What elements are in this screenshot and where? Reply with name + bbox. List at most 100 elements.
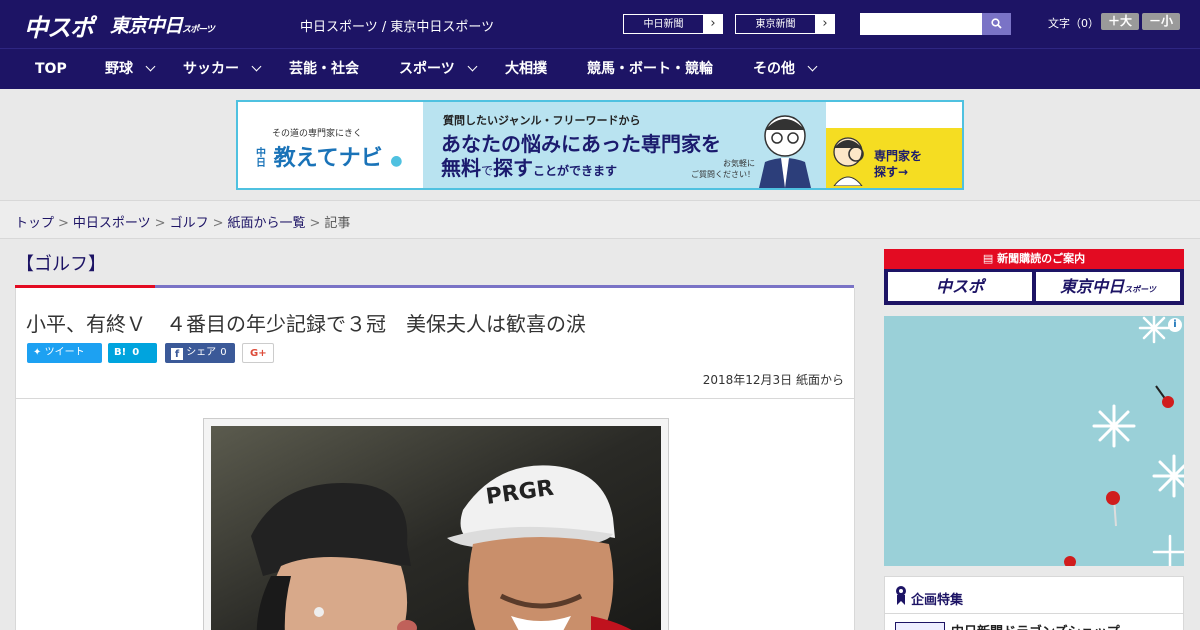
nav-label: その他 xyxy=(753,61,795,77)
nav-label: スポーツ xyxy=(399,61,455,77)
breadcrumb-link-paper-list[interactable]: 紙面から一覧 xyxy=(228,216,306,231)
breadcrumb-current: 記事 xyxy=(324,216,351,231)
banner-message-panel: 質問したいジャンル・フリーワードから あなたの悩みにあった専門家を 無料で探すこ… xyxy=(423,102,826,188)
banner-dekimasu: ことができます xyxy=(533,164,618,178)
nav-item-entertainment[interactable]: 芸能・社会 xyxy=(289,49,359,90)
facebook-count: 0 xyxy=(220,347,227,358)
nav-item-other[interactable]: その他 xyxy=(753,49,818,90)
article-title: 小平、有終Ｖ ４番目の年少記録で３冠 美保夫人は歓喜の涙 xyxy=(26,312,586,336)
nav-item-sumo[interactable]: 大相撲 xyxy=(505,49,547,90)
subscribe-tokyo-button[interactable]: 東京中日スポーツ xyxy=(1036,272,1180,301)
oshiete-navi-banner-ad[interactable]: その道の専門家にきく 中日 教えてナビ ● 質問したいジャンル・フリーワードから… xyxy=(236,100,964,190)
breadcrumb-separator: > xyxy=(212,216,224,231)
tweet-button[interactable]: ✦ ツイート xyxy=(27,343,102,363)
banner-cta-1: 専門家を xyxy=(874,149,923,163)
site-links: 中日スポーツ / 東京中日スポーツ xyxy=(300,20,495,35)
nav-label: 大相撲 xyxy=(505,61,547,77)
subscription-box: ▤ 新聞購読のご案内 中スポ 東京中日スポーツ xyxy=(884,249,1184,305)
winter-ad-image xyxy=(884,316,1184,566)
search-input[interactable] xyxy=(860,13,982,35)
ribbon-icon xyxy=(896,586,906,605)
hatena-label: B! xyxy=(114,347,127,358)
chevron-down-icon xyxy=(145,61,156,72)
golfer-photo-image: PRGR xyxy=(211,426,661,630)
banner-free: 無料 xyxy=(441,156,481,180)
hatena-count: 0 xyxy=(132,347,140,358)
advisor-illustration-icon xyxy=(759,115,811,188)
feature-title: 企画特集 xyxy=(911,593,964,608)
facebook-share-label: シェア xyxy=(186,347,217,358)
tweet-label: ツイート xyxy=(44,347,85,358)
subscription-heading: ▤ 新聞購読のご案内 xyxy=(884,249,1184,269)
search-icon xyxy=(991,18,1002,29)
tokyo-shimbun-link[interactable]: 東京新聞 › xyxy=(734,13,836,35)
breadcrumb-separator: > xyxy=(58,216,69,231)
category-title: 【ゴルフ】 xyxy=(16,254,106,275)
feature-item-link[interactable]: 中日新聞ドラゴンズショップ xyxy=(951,621,1120,630)
hatena-bookmark-button[interactable]: B! 0 xyxy=(108,343,157,363)
breadcrumb: トップ > 中日スポーツ > ゴルフ > 紙面から一覧 > 記事 xyxy=(15,212,350,231)
banner-question: 質問したいジャンル・フリーワードから xyxy=(443,114,641,127)
chunichi-shimbun-link[interactable]: 中日新聞 › xyxy=(622,13,724,35)
chevron-right-icon: › xyxy=(703,14,723,34)
google-plus-button[interactable]: G+ xyxy=(242,343,274,363)
breadcrumb-link-golf[interactable]: ゴルフ xyxy=(170,216,209,231)
nav-item-top[interactable]: TOP xyxy=(35,49,67,90)
nav-item-racing[interactable]: 競馬・ボート・競輪 xyxy=(587,49,713,90)
speech-bubble-icon: ● xyxy=(390,153,403,169)
banner-de: で xyxy=(481,164,494,178)
subscribe-tokyo-sub: スポーツ xyxy=(1124,285,1156,294)
article-date: 2018年12月3日 紙面から xyxy=(702,373,844,387)
breadcrumb-bar: トップ > 中日スポーツ > ゴルフ > 紙面から一覧 > 記事 xyxy=(0,200,1200,239)
subscribe-chuspo-button[interactable]: 中スポ xyxy=(888,272,1032,301)
article-photo-frame: PRGR xyxy=(203,418,669,630)
nav-label: サッカー xyxy=(183,61,239,77)
nav-item-sports[interactable]: スポーツ xyxy=(399,49,478,90)
chevron-down-icon xyxy=(807,61,818,72)
nav-label: 野球 xyxy=(105,61,133,77)
nav-item-baseball[interactable]: 野球 xyxy=(105,49,156,90)
chevron-right-icon: › xyxy=(815,14,835,34)
breadcrumb-separator: > xyxy=(309,216,321,231)
banner-logo-text: 教えてナビ xyxy=(273,146,383,171)
breadcrumb-link-chunichi-sports[interactable]: 中日スポーツ xyxy=(73,216,151,231)
banner-cta-2: 探す→ xyxy=(874,165,909,179)
banner-logo-prefix: 中日 xyxy=(256,148,266,169)
banner-logo: 中日 教えてナビ ● xyxy=(256,140,402,172)
dragons-shop-thumbnail[interactable] xyxy=(895,622,945,630)
nav-item-soccer[interactable]: サッカー xyxy=(183,49,262,90)
chevron-down-icon xyxy=(467,61,478,72)
chevron-down-icon xyxy=(251,61,262,72)
ext-link-label: 東京新聞 xyxy=(735,14,816,34)
tokyo-logo-sub: スポーツ xyxy=(182,25,215,35)
nav-label: 競馬・ボート・競輪 xyxy=(587,61,713,77)
font-smaller-button[interactable]: －小 xyxy=(1142,13,1180,30)
subscribe-tokyo-label: 東京中日 xyxy=(1060,277,1125,296)
tokyo-chunichi-logo[interactable]: 東京中日スポーツ xyxy=(110,11,215,38)
article-card: 小平、有終Ｖ ４番目の年少記録で３冠 美保夫人は歓喜の涙 ✦ ツイート B! 0 … xyxy=(15,288,855,630)
search-button[interactable] xyxy=(982,13,1011,35)
ad-info-icon[interactable]: i xyxy=(1168,318,1182,332)
chuspo-logo[interactable]: 中スポ xyxy=(24,8,94,43)
banner-logo-panel: その道の専門家にきく 中日 教えてナビ ● xyxy=(238,102,423,188)
newspaper-icon: ▤ xyxy=(982,252,994,265)
font-larger-button[interactable]: ＋大 xyxy=(1101,13,1139,30)
banner-tagline: その道の専門家にきく xyxy=(272,129,363,139)
banner-subline: 無料で探すことができます xyxy=(441,152,617,181)
tokyo-logo-text: 東京中日 xyxy=(110,15,183,37)
breadcrumb-link-top[interactable]: トップ xyxy=(15,216,54,231)
banner-sagasu: 探す xyxy=(493,156,534,180)
subscription-heading-text: 新聞購読のご案内 xyxy=(997,252,1086,265)
banner-cta-panel[interactable]: 専門家を探す→ xyxy=(826,128,962,188)
article-photo[interactable]: PRGR xyxy=(211,426,661,630)
sidebar-ad[interactable]: i xyxy=(884,316,1184,566)
main-nav: TOP 野球 サッカー 芸能・社会 スポーツ 大相撲 競馬・ボート・競輪 その他 xyxy=(0,48,1200,89)
facebook-icon: f xyxy=(171,348,183,360)
site-header: 中スポ 東京中日スポーツ 中日スポーツ / 東京中日スポーツ 中日新聞 › 東京… xyxy=(0,0,1200,48)
facebook-share-button[interactable]: f シェア 0 xyxy=(165,343,235,363)
breadcrumb-separator: > xyxy=(154,216,166,231)
nav-label: 芸能・社会 xyxy=(289,61,359,77)
font-size-label: 文字（0） xyxy=(1048,17,1099,30)
twitter-icon: ✦ xyxy=(33,347,42,358)
nav-label: TOP xyxy=(35,61,67,77)
